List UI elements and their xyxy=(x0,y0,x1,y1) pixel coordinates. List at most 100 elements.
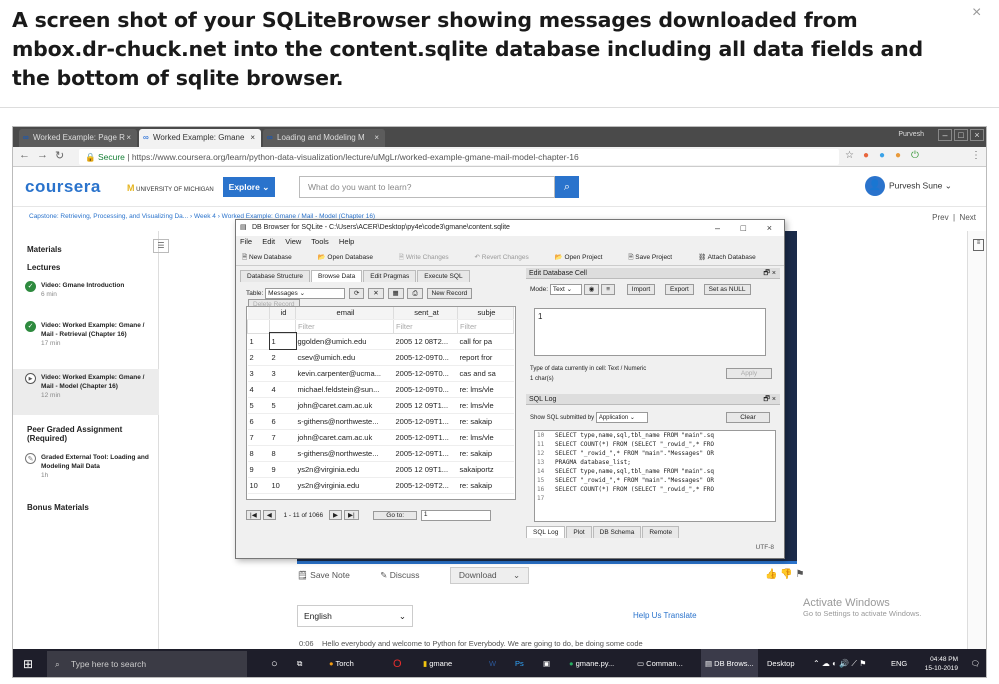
save-table-icon[interactable]: ▦ xyxy=(387,288,404,299)
table-cell[interactable]: 1 xyxy=(268,332,297,350)
tab-edit-pragmas[interactable]: Edit Pragmas xyxy=(363,270,417,282)
table-cell[interactable]: 10 xyxy=(269,477,296,494)
menu-help[interactable]: Help xyxy=(339,237,354,246)
table-cell[interactable]: re: sakaip xyxy=(457,413,514,430)
coursera-logo[interactable]: coursera xyxy=(25,177,101,197)
windows-start-icon[interactable]: ⊞ xyxy=(23,649,33,677)
close-icon[interactable]: × xyxy=(126,129,131,147)
sidebar-item-active[interactable]: Video: Worked Example: Gmane / Mail - Mo… xyxy=(41,373,153,400)
auto-switch-icon[interactable]: ◉ xyxy=(583,284,600,295)
new-record-button[interactable]: New Record xyxy=(426,288,473,299)
mode-select[interactable]: Text ⌄ xyxy=(549,284,582,295)
table-row[interactable]: 9 9 ys2n@virginia.edu 2005 12 09T1... sakaip… xyxy=(247,461,514,478)
bonus-heading[interactable]: Bonus Materials xyxy=(27,503,89,512)
tray-icons[interactable]: ⌃ ☁ ◐ 🔊 ⟋ ⚑ xyxy=(813,649,866,677)
filter-input[interactable] xyxy=(269,318,296,334)
thumbs-up-icon[interactable]: 👍 xyxy=(765,569,777,580)
table-cell[interactable]: kevin.carpenter@ucma... xyxy=(295,365,394,382)
tab-plot[interactable]: Plot xyxy=(566,526,592,538)
table-select[interactable]: Messages ⌄ xyxy=(265,288,346,299)
table-cell[interactable]: 2005 12 09T1... xyxy=(393,461,458,478)
taskbar-app[interactable]: ● gmane.py... xyxy=(569,649,614,677)
table-cell[interactable]: ggolden@umich.edu xyxy=(295,333,394,350)
table-cell[interactable]: 6 xyxy=(269,413,296,430)
next-link[interactable]: Next xyxy=(960,213,976,222)
help-translate-link[interactable]: Help Us Translate xyxy=(633,611,697,620)
opera-icon[interactable]: O xyxy=(393,649,402,677)
table-cell[interactable]: 2005-12-09T0... xyxy=(393,365,458,382)
table-cell[interactable]: john@caret.cam.ac.uk xyxy=(295,397,394,414)
tab-sql-log[interactable]: SQL Log xyxy=(526,526,566,538)
goto-button[interactable]: Go to: xyxy=(373,511,418,521)
task-view-icon[interactable]: ⧉ xyxy=(297,649,302,677)
table-cell[interactable]: 2005-12-09T2... xyxy=(393,477,458,494)
explore-button[interactable]: Explore ⌄ xyxy=(223,177,275,197)
notifications-icon[interactable]: 🗨 xyxy=(970,649,980,677)
table-cell[interactable]: 2 xyxy=(269,349,296,366)
sidebar-item[interactable]: Graded External Tool: Loading and Modeli… xyxy=(41,453,153,480)
table-row[interactable]: 6 6 s-githens@northweste... 2005-12-09T1...… xyxy=(247,413,514,430)
print-icon[interactable]: ⎙ xyxy=(407,288,423,299)
close-icon[interactable]: × xyxy=(374,129,379,147)
export-button[interactable]: Export xyxy=(665,284,694,295)
url-input[interactable]: 🔒 Secure | https://www.coursera.org/lear… xyxy=(79,149,839,165)
table-cell[interactable]: 2005 12 09T1... xyxy=(393,397,458,414)
data-grid[interactable]: id email sent_at subje Filter Filter Fil… xyxy=(246,306,516,500)
table-cell[interactable]: sakaiportz xyxy=(457,461,514,478)
star-icon[interactable]: ☆ xyxy=(845,150,854,161)
browser-tab[interactable]: ∞ Loading and Modeling M × xyxy=(263,129,385,147)
table-row[interactable]: 5 5 john@caret.cam.ac.uk 2005 12 09T1... re:… xyxy=(247,397,514,414)
language-select[interactable]: English ⌄ xyxy=(297,605,413,627)
table-row[interactable]: 2 2 csev@umich.edu 2005-12-09T0... report fr… xyxy=(247,349,514,366)
close-icon[interactable]: × xyxy=(972,4,981,22)
table-cell[interactable]: re: lms/vle xyxy=(457,397,514,414)
flag-icon[interactable]: ⚑ xyxy=(795,569,804,580)
column-header[interactable]: id xyxy=(269,307,296,320)
download-button[interactable]: Download ⌄ xyxy=(449,567,530,584)
user-menu[interactable]: 👤 Purvesh Sune ⌄ xyxy=(865,176,952,196)
cell-editor[interactable]: 1 xyxy=(534,308,766,356)
taskbar-app-active[interactable]: ▤ DB Brows... xyxy=(701,649,758,677)
cortana-icon[interactable]: ○ xyxy=(271,649,278,677)
taskbar-app[interactable]: ▮ gmane xyxy=(423,649,452,677)
table-cell[interactable]: report fror xyxy=(457,349,514,366)
prev-link[interactable]: Prev xyxy=(932,213,948,222)
table-cell[interactable]: 2005-12-09T0... xyxy=(393,349,458,366)
maximize-icon[interactable]: □ xyxy=(741,220,746,236)
column-header[interactable]: subje xyxy=(457,307,514,320)
word-icon[interactable]: W xyxy=(489,649,496,677)
menu-file[interactable]: File xyxy=(240,237,252,246)
table-cell[interactable]: 9 xyxy=(269,461,296,478)
format-icon[interactable]: ≡ xyxy=(601,284,615,295)
sidebar-item[interactable]: Video: Gmane Introduction 6 min xyxy=(41,281,153,299)
list-icon[interactable]: ☰ xyxy=(153,239,169,253)
transcript-line[interactable]: 0:06 Hello everybody and welcome to Pyth… xyxy=(299,639,643,648)
table-cell[interactable]: 2005-12-09T1... xyxy=(393,429,458,446)
filter-input[interactable]: Filter xyxy=(295,318,394,334)
taskbar-search[interactable]: ⌕ Type here to search xyxy=(47,651,247,677)
tab-execute-sql[interactable]: Execute SQL xyxy=(417,270,470,282)
language-indicator[interactable]: ENG xyxy=(891,649,907,677)
table-cell[interactable]: 4 xyxy=(269,381,296,398)
table-cell[interactable]: s-githens@northweste... xyxy=(295,445,394,462)
close-icon[interactable]: 🗗 × xyxy=(763,394,776,405)
table-row[interactable]: 4 4 michael.feldstein@sun... 2005-12-09T0..… xyxy=(247,381,514,398)
taskbar-app[interactable]: ▭ Comman... xyxy=(637,649,683,677)
set-null-button[interactable]: Set as NULL xyxy=(703,284,751,295)
desktop-toolbar[interactable]: Desktop xyxy=(767,649,795,677)
table-cell[interactable]: s-githens@northweste... xyxy=(295,413,394,430)
browser-tab[interactable]: ∞ Worked Example: Page R × xyxy=(19,129,137,147)
sidebar-item[interactable]: Video: Worked Example: Gmane / Mail - Re… xyxy=(41,321,153,348)
attach-database-button[interactable]: ⛓ Attach Database xyxy=(698,254,768,261)
table-cell[interactable]: re: sakaip xyxy=(457,445,514,462)
table-cell[interactable]: 5 xyxy=(269,397,296,414)
filter-input[interactable]: Filter xyxy=(457,318,514,334)
menu-view[interactable]: View xyxy=(285,237,301,246)
close-icon[interactable]: × xyxy=(767,220,772,236)
revert-changes-button[interactable]: ↶ Revert Changes xyxy=(475,254,541,261)
table-cell[interactable]: 2005 12 08T2... xyxy=(393,333,458,350)
clear-button[interactable]: Clear xyxy=(726,412,770,423)
table-cell[interactable]: ys2n@virginia.edu xyxy=(295,477,394,494)
maximize-icon[interactable]: □ xyxy=(954,129,968,141)
menu-edit[interactable]: Edit xyxy=(262,237,275,246)
